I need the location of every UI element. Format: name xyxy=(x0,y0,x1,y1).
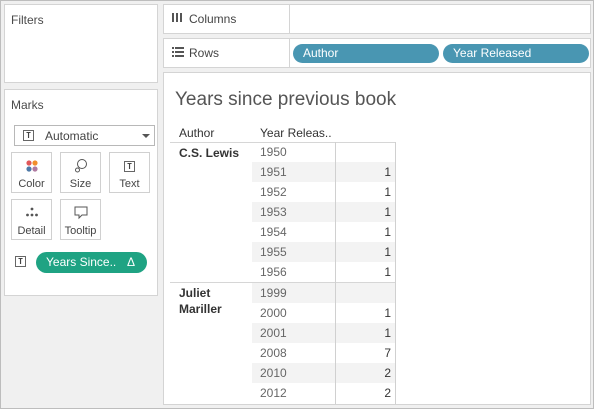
year-cell: 2012 xyxy=(260,386,287,400)
author-pill[interactable]: Author xyxy=(293,44,439,63)
years-since-pill[interactable]: Years Since.. Δ xyxy=(36,252,147,273)
year-cell: 2000 xyxy=(260,306,287,320)
author-cell[interactable]: C.S. Lewis xyxy=(179,145,239,161)
marks-card: Marks T Automatic Color Size T Text Deta… xyxy=(4,89,158,296)
rows-label: Rows xyxy=(189,46,220,60)
detail-label: Detail xyxy=(17,225,46,237)
author-cell[interactable]: Juliet Mariller xyxy=(179,285,247,317)
worksheet-title: Years since previous book xyxy=(175,89,397,110)
year-released-pill[interactable]: Year Released xyxy=(443,44,589,63)
rows-shelf[interactable]: Rows Author Year Released xyxy=(163,38,591,68)
value-cell: 1 xyxy=(384,245,391,259)
size-button[interactable]: Size xyxy=(60,152,101,193)
filters-title: Filters xyxy=(11,13,44,27)
years-since-pill-label: Years Since.. xyxy=(46,255,117,269)
table-row[interactable]: 2001 1 xyxy=(252,323,395,343)
value-cell: 7 xyxy=(384,346,391,360)
columns-shelf-label: Columns xyxy=(164,5,290,33)
columns-label: Columns xyxy=(189,12,237,26)
table-row[interactable]: 2008 7 xyxy=(252,343,395,363)
year-cell: 1955 xyxy=(260,245,287,259)
color-icon xyxy=(12,158,51,174)
color-label: Color xyxy=(18,178,45,190)
table-row[interactable]: 1952 1 xyxy=(252,182,395,202)
year-cell: 1954 xyxy=(260,225,287,239)
table-row[interactable]: 1950 xyxy=(252,142,395,162)
text-encoding-icon: T xyxy=(15,256,26,267)
delta-icon: Δ xyxy=(126,255,135,269)
year-cell: 1950 xyxy=(260,145,287,159)
table-row[interactable]: 1953 1 xyxy=(252,202,395,222)
rows-shelf-label: Rows xyxy=(164,39,290,67)
value-cell: 1 xyxy=(384,265,391,279)
rows-icon xyxy=(172,46,184,60)
mark-type-dropdown[interactable]: T Automatic xyxy=(14,125,155,146)
year-cell: 1956 xyxy=(260,265,287,279)
detail-button[interactable]: Detail xyxy=(11,199,52,240)
value-cell: 2 xyxy=(384,366,391,380)
author-header[interactable]: Author xyxy=(179,126,214,140)
text-icon: T xyxy=(110,158,149,174)
table-row[interactable]: 2000 1 xyxy=(252,303,395,323)
value-cell: 1 xyxy=(384,165,391,179)
table-row[interactable]: 2010 2 xyxy=(252,363,395,383)
year-cell: 1951 xyxy=(260,165,287,179)
size-label: Size xyxy=(69,178,92,190)
table-row[interactable]: 1956 1 xyxy=(252,262,395,282)
value-cell: 1 xyxy=(384,326,391,340)
marks-title: Marks xyxy=(11,98,44,112)
worksheet-view: Years since previous book Author Year Re… xyxy=(163,72,591,405)
table-row[interactable]: 1955 1 xyxy=(252,242,395,262)
chevron-down-icon xyxy=(142,134,150,138)
value-cell: 1 xyxy=(384,306,391,320)
filters-card[interactable]: Filters xyxy=(4,4,158,83)
size-icon xyxy=(61,158,100,174)
value-column-divider xyxy=(335,142,336,404)
tooltip-label: Tooltip xyxy=(64,225,97,237)
text-button[interactable]: T Text xyxy=(109,152,150,193)
table-row[interactable]: 1954 1 xyxy=(252,222,395,242)
year-cell: 1952 xyxy=(260,185,287,199)
tooltip-button[interactable]: Tooltip xyxy=(60,199,101,240)
table-right-border xyxy=(395,142,396,404)
header-divider xyxy=(170,142,395,143)
year-released-header[interactable]: Year Releas.. xyxy=(260,126,332,140)
table-row[interactable]: 1951 1 xyxy=(252,162,395,182)
columns-icon xyxy=(172,12,183,26)
value-cell: 2 xyxy=(384,386,391,400)
year-cell: 1999 xyxy=(260,286,287,300)
tooltip-icon xyxy=(61,205,100,221)
color-button[interactable]: Color xyxy=(11,152,52,193)
year-cell: 2008 xyxy=(260,346,287,360)
detail-icon xyxy=(12,205,51,221)
table-row[interactable]: 1999 xyxy=(252,283,395,303)
year-cell: 2001 xyxy=(260,326,287,340)
year-cell: 1953 xyxy=(260,205,287,219)
table-row[interactable]: 2012 2 xyxy=(252,383,395,403)
value-cell: 1 xyxy=(384,185,391,199)
text-label: Text xyxy=(119,178,140,190)
mark-type-label: Automatic xyxy=(45,129,99,143)
text-mark-icon: T xyxy=(23,130,34,141)
columns-shelf[interactable]: Columns xyxy=(163,4,591,34)
value-cell: 1 xyxy=(384,225,391,239)
year-cell: 2010 xyxy=(260,366,287,380)
value-cell: 1 xyxy=(384,205,391,219)
